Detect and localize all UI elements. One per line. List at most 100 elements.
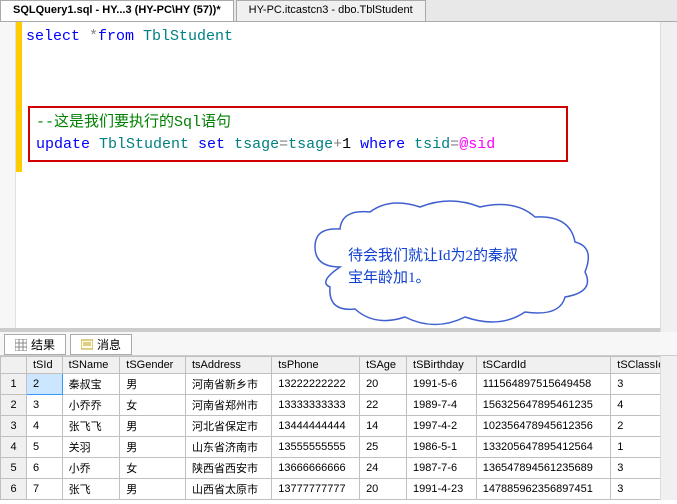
cell-tSGender[interactable]: 女 [120, 395, 186, 416]
col-tSId[interactable]: tSId [27, 357, 63, 374]
tab-messages-label: 消息 [97, 336, 121, 353]
editor-scrollbar[interactable] [660, 22, 677, 332]
cell-tsPhone[interactable]: 13568978945 [272, 500, 360, 501]
cell-tsAddress[interactable]: 地球 [185, 500, 271, 501]
cell-tsPhone[interactable]: 13222222222 [272, 374, 360, 395]
editor-gutter [0, 22, 16, 328]
cell-tSBirthday[interactable]: 1989-7-4 [407, 395, 477, 416]
cell-tSBirthday[interactable]: 1991-5-6 [407, 374, 477, 395]
cell-tSCardId[interactable]: 136547894561235689 [476, 458, 611, 479]
col-tSName[interactable]: tSName [62, 357, 120, 374]
table-row[interactable]: 78猪公地球13568978945181996-8-71586457894561… [1, 500, 677, 501]
row-header[interactable]: 7 [1, 500, 27, 501]
col-tsAddress[interactable]: tsAddress [185, 357, 271, 374]
cell-tsPhone[interactable]: 13333333333 [272, 395, 360, 416]
cell-tSBirthday[interactable]: 1987-7-6 [407, 458, 477, 479]
table-row[interactable]: 12秦叔宝男河南省新乡市13222222222201991-5-61115648… [1, 374, 677, 395]
cell-tSCardId[interactable]: 158645789456123587 [476, 500, 611, 501]
col-tSGender[interactable]: tSGender [120, 357, 186, 374]
results-grid-wrap: tSId tSName tSGender tsAddress tsPhone t… [0, 356, 677, 500]
grid-scrollbar[interactable] [660, 356, 677, 500]
cell-tsAddress[interactable]: 河南省郑州市 [185, 395, 271, 416]
change-marker [16, 22, 22, 172]
cell-tsAddress[interactable]: 陕西省西安市 [185, 458, 271, 479]
cell-tSGender[interactable]: 男 [120, 437, 186, 458]
grid-corner [1, 357, 27, 374]
table-row[interactable]: 34张飞飞男河北省保定市13444444444141997-4-21023564… [1, 416, 677, 437]
cell-tSAge[interactable]: 24 [360, 458, 407, 479]
cell-tSGender[interactable]: 男 [120, 374, 186, 395]
cell-tsPhone[interactable]: 13777777777 [272, 479, 360, 500]
cell-tSId[interactable]: 3 [27, 395, 63, 416]
result-tabs: 结果 消息 [0, 332, 677, 356]
cell-tSName[interactable]: 小乔 [62, 458, 120, 479]
row-header[interactable]: 3 [1, 416, 27, 437]
cell-tSAge[interactable]: 14 [360, 416, 407, 437]
cell-tSBirthday[interactable]: 1997-4-2 [407, 416, 477, 437]
file-tabs: SQLQuery1.sql - HY...3 (HY-PC\HY (57))* … [0, 0, 677, 22]
table-row[interactable]: 45关羽男山东省济南市13555555555251986-5-113320564… [1, 437, 677, 458]
annotation-cloud: 待会我们就让Id为2的秦叔 宝年龄加1。 [300, 197, 600, 332]
cell-tSGender[interactable]: 女 [120, 458, 186, 479]
cell-tSCardId[interactable]: 147885962356897451 [476, 479, 611, 500]
table-row[interactable]: 56小乔女陕西省西安市13666666666241987-7-613654789… [1, 458, 677, 479]
cell-tsAddress[interactable]: 河南省新乡市 [185, 374, 271, 395]
cell-tSBirthday[interactable]: 1986-5-1 [407, 437, 477, 458]
cell-tSCardId[interactable]: 102356478945612356 [476, 416, 611, 437]
cell-tSId[interactable]: 4 [27, 416, 63, 437]
row-header[interactable]: 2 [1, 395, 27, 416]
cell-tSName[interactable]: 关羽 [62, 437, 120, 458]
cloud-text-line2: 宝年龄加1。 [348, 267, 518, 289]
cell-tSAge[interactable]: 20 [360, 479, 407, 500]
cell-tSId[interactable]: 5 [27, 437, 63, 458]
cell-tSName[interactable]: 秦叔宝 [62, 374, 120, 395]
cell-tSAge[interactable]: 25 [360, 437, 407, 458]
cell-tSId[interactable]: 8 [27, 500, 63, 501]
cell-tsPhone[interactable]: 13555555555 [272, 437, 360, 458]
tab-messages[interactable]: 消息 [70, 334, 132, 355]
cell-tSName[interactable]: 猪 [62, 500, 120, 501]
cell-tSGender[interactable]: 男 [120, 479, 186, 500]
col-tsPhone[interactable]: tsPhone [272, 357, 360, 374]
cell-tSName[interactable]: 张飞 [62, 479, 120, 500]
results-grid[interactable]: tSId tSName tSGender tsAddress tsPhone t… [0, 356, 677, 500]
cell-tSId[interactable]: 6 [27, 458, 63, 479]
row-header[interactable]: 6 [1, 479, 27, 500]
cell-tSCardId[interactable]: 156325647895461235 [476, 395, 611, 416]
row-header[interactable]: 5 [1, 458, 27, 479]
tab-results[interactable]: 结果 [4, 334, 66, 355]
cell-tSBirthday[interactable]: 1996-8-7 [407, 500, 477, 501]
row-header[interactable]: 4 [1, 437, 27, 458]
table-row[interactable]: 23小乔乔女河南省郑州市13333333333221989-7-41563256… [1, 395, 677, 416]
cell-tSAge[interactable]: 22 [360, 395, 407, 416]
cell-tsPhone[interactable]: 13666666666 [272, 458, 360, 479]
col-tSCardId[interactable]: tSCardId [476, 357, 611, 374]
col-tSBirthday[interactable]: tSBirthday [407, 357, 477, 374]
tab-sqlquery1[interactable]: SQLQuery1.sql - HY...3 (HY-PC\HY (57))* [0, 0, 234, 21]
cell-tSGender[interactable]: 公 [120, 500, 186, 501]
cell-tSName[interactable]: 小乔乔 [62, 395, 120, 416]
tab-tblstudent[interactable]: HY-PC.itcastcn3 - dbo.TblStudent [236, 0, 426, 21]
grid-header-row: tSId tSName tSGender tsAddress tsPhone t… [1, 357, 677, 374]
cell-tSId[interactable]: 2 [27, 374, 63, 395]
code-content: select *from TblStudent [26, 26, 233, 48]
cell-tSGender[interactable]: 男 [120, 416, 186, 437]
cell-tsAddress[interactable]: 山西省太原市 [185, 479, 271, 500]
tab-results-label: 结果 [31, 336, 55, 353]
cell-tsPhone[interactable]: 13444444444 [272, 416, 360, 437]
cell-tSAge[interactable]: 20 [360, 374, 407, 395]
cell-tSName[interactable]: 张飞飞 [62, 416, 120, 437]
row-header[interactable]: 1 [1, 374, 27, 395]
table-row[interactable]: 67张飞男山西省太原市13777777777201991-4-231478859… [1, 479, 677, 500]
cloud-text-line1: 待会我们就让Id为2的秦叔 [348, 245, 518, 267]
cell-tSCardId[interactable]: 111564897515649458 [476, 374, 611, 395]
cell-tsAddress[interactable]: 河北省保定市 [185, 416, 271, 437]
highlighted-sql-box: --这是我们要执行的Sql语句 update TblStudent set ts… [28, 106, 568, 162]
cell-tSBirthday[interactable]: 1991-4-23 [407, 479, 477, 500]
cell-tSId[interactable]: 7 [27, 479, 63, 500]
sql-editor[interactable]: select *from TblStudent --这是我们要执行的Sql语句 … [0, 22, 677, 332]
cell-tsAddress[interactable]: 山东省济南市 [185, 437, 271, 458]
col-tSAge[interactable]: tSAge [360, 357, 407, 374]
cell-tSCardId[interactable]: 133205647895412564 [476, 437, 611, 458]
cell-tSAge[interactable]: 18 [360, 500, 407, 501]
